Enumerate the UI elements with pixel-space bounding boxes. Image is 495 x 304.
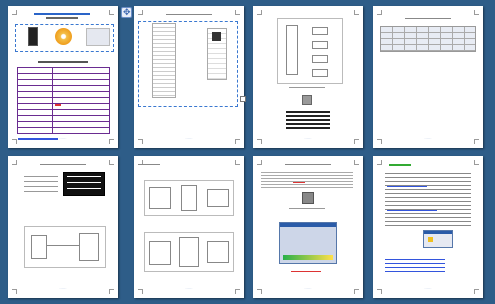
page-footer: ............ (304, 288, 312, 290)
black-table (63, 172, 105, 196)
software-window (279, 222, 337, 264)
grid-table (380, 26, 476, 52)
device-image (28, 27, 38, 46)
page-2[interactable]: ............ (134, 6, 244, 148)
dialog-image (423, 230, 453, 248)
page-3[interactable]: ............ (253, 6, 363, 148)
chip-image (212, 32, 221, 41)
page-footer: ............ (424, 138, 432, 140)
page-footer: ............ (185, 288, 193, 290)
page-corner-mark (138, 10, 143, 15)
page-corner-mark (109, 10, 114, 15)
page-7-title-line (285, 164, 331, 165)
document-viewport[interactable]: ............ ✥ ............ ............… (0, 0, 495, 304)
page-footer: ............ (59, 138, 67, 140)
page-4-title-line (405, 18, 451, 19)
resize-handle-icon[interactable] (240, 96, 246, 102)
page-4[interactable]: ............ (373, 6, 483, 148)
red-text (293, 182, 305, 183)
schematic-list (24, 172, 58, 196)
connection-diagram-top (144, 180, 234, 216)
small-table (286, 111, 330, 129)
page-corner-mark (257, 10, 262, 15)
page-corner-mark (235, 10, 240, 15)
bottom-links[interactable] (385, 256, 445, 272)
text-list (385, 170, 471, 226)
small-image (302, 95, 312, 105)
page-corner-mark (377, 10, 382, 15)
link-line[interactable] (387, 210, 437, 211)
page-corner-mark (354, 160, 359, 165)
page-corner-mark (12, 10, 17, 15)
page-footer: ............ (304, 138, 312, 140)
green-text (389, 164, 411, 166)
gear-image (302, 192, 314, 204)
page-1-title-line (34, 13, 90, 15)
paragraph-text (261, 170, 353, 188)
block-diagram (277, 18, 343, 84)
page-footer: ............ (185, 138, 193, 140)
page-8[interactable]: ............ (373, 156, 483, 298)
spec-table (17, 67, 110, 134)
page-corner-mark (474, 160, 479, 165)
page-1-subtitle-line (46, 17, 78, 19)
page-1[interactable]: ............ (8, 6, 118, 148)
page-corner-mark (235, 160, 240, 165)
page-corner-mark (474, 10, 479, 15)
page-2-title-line (166, 14, 212, 15)
page-corner-mark (377, 160, 382, 165)
red-underline (291, 271, 321, 272)
schematic-diagram (24, 226, 106, 268)
page-footer: ............ (59, 288, 67, 290)
page-footer: ............ (424, 288, 432, 290)
screenshot-image (86, 28, 110, 46)
page-5-title-line (40, 164, 86, 165)
page-7[interactable]: ............ (253, 156, 363, 298)
page-corner-mark (257, 160, 262, 165)
page-5[interactable]: ............ (8, 156, 118, 298)
table-text-red (55, 104, 61, 106)
page-corner-mark (354, 10, 359, 15)
disc-image (55, 28, 72, 45)
page-6-title-line (138, 164, 160, 165)
page-1-section-heading (38, 61, 88, 63)
pinout-figure (152, 23, 176, 98)
move-handle-icon[interactable]: ✥ (121, 7, 132, 18)
connection-diagram-bottom (144, 232, 234, 272)
caption-line (289, 208, 325, 209)
link-line[interactable] (387, 186, 427, 187)
page-corner-mark (109, 160, 114, 165)
page-corner-mark (12, 160, 17, 165)
caption-line (289, 87, 325, 88)
page-6[interactable]: ............ (134, 156, 244, 298)
